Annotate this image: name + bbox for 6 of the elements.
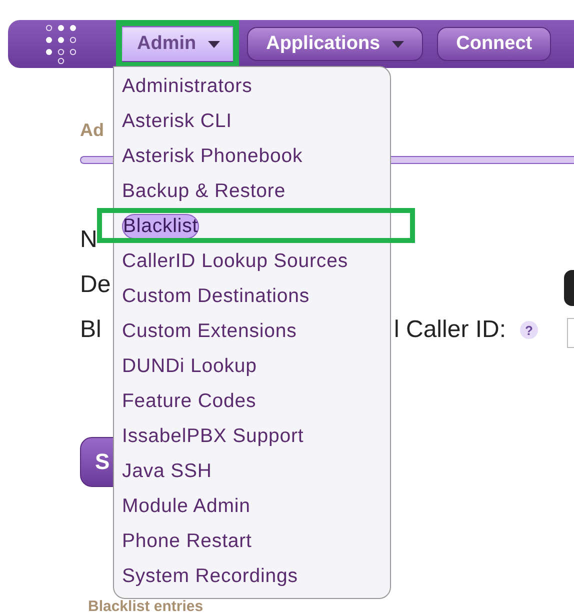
field-label: De xyxy=(80,271,111,299)
page-heading: Ad xyxy=(80,120,104,142)
field-label: Bl xyxy=(80,316,102,344)
section-heading: Blacklist entries xyxy=(88,598,204,615)
field-label: l Caller ID: xyxy=(394,316,506,344)
field-label: N xyxy=(80,226,98,254)
